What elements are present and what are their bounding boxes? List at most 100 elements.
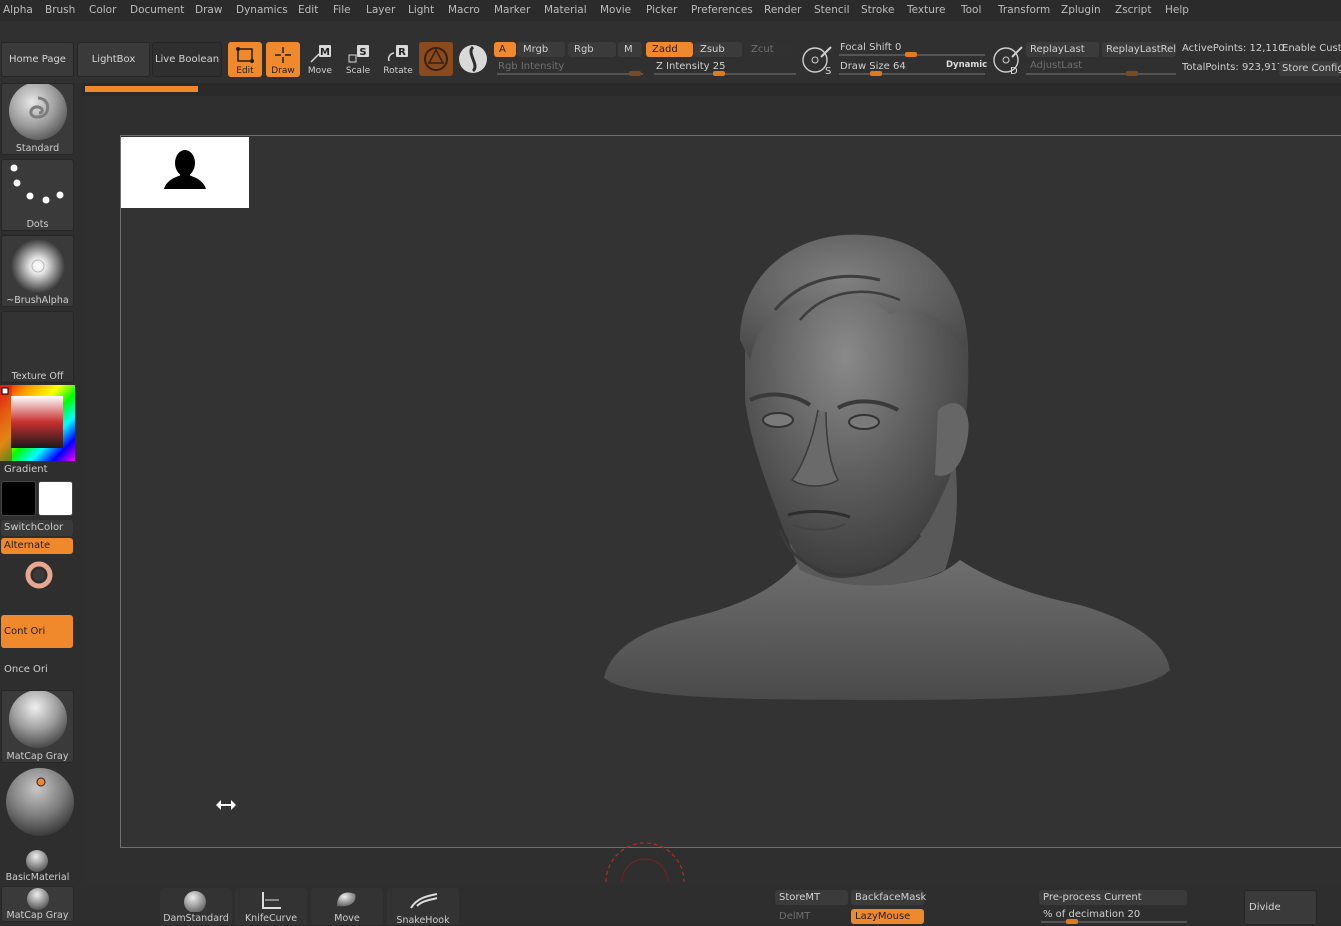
adjust-last-slider[interactable] bbox=[1026, 73, 1176, 75]
navigation-thumbnail[interactable] bbox=[121, 137, 249, 208]
brush-slot-knifecurve[interactable]: KnifeCurve bbox=[235, 888, 307, 925]
dots-stroke-tile[interactable]: Dots bbox=[1, 159, 74, 231]
stroke-ring-button[interactable] bbox=[25, 561, 53, 589]
rgb-toggle[interactable]: Rgb bbox=[568, 42, 616, 57]
menu-movie[interactable]: Movie bbox=[600, 4, 631, 16]
menu-alpha[interactable]: Alpha bbox=[3, 4, 33, 16]
rgb-intensity-knob[interactable] bbox=[629, 71, 641, 76]
switch-color-button[interactable]: SwitchColor bbox=[1, 520, 73, 536]
zsub-toggle[interactable]: Zsub bbox=[694, 42, 742, 57]
z-intensity-slider[interactable] bbox=[654, 73, 796, 75]
brush-slot-damstandard[interactable]: DamStandard bbox=[160, 888, 232, 925]
mrgb-toggle[interactable]: Mrgb bbox=[517, 42, 565, 57]
menu-stroke[interactable]: Stroke bbox=[861, 4, 894, 16]
matcap-gray-2-label: MatCap Gray bbox=[6, 910, 69, 921]
menu-material[interactable]: Material bbox=[544, 4, 587, 16]
primary-color-swatch[interactable] bbox=[1, 481, 36, 516]
menu-color[interactable]: Color bbox=[89, 4, 116, 16]
menu-zplugin[interactable]: Zplugin bbox=[1061, 4, 1101, 16]
brush-alpha-tile[interactable]: ~BrushAlpha bbox=[1, 235, 74, 307]
material-sphere-button[interactable] bbox=[419, 42, 453, 76]
brush-slot-move[interactable]: Move bbox=[311, 888, 383, 925]
decimation-slider[interactable] bbox=[1041, 921, 1187, 923]
matcap-gray-2-tile[interactable]: MatCap Gray bbox=[1, 886, 74, 922]
store-config-button[interactable]: Store Config bbox=[1279, 61, 1341, 76]
matcap-gray-label: MatCap Gray bbox=[6, 751, 69, 762]
rgb-intensity-label: Rgb Intensity bbox=[498, 61, 565, 72]
zsphere-button[interactable] bbox=[457, 43, 490, 76]
standard-brush-icon bbox=[9, 84, 67, 140]
menu-preferences[interactable]: Preferences bbox=[691, 4, 753, 16]
menu-document[interactable]: Document bbox=[130, 4, 184, 16]
home-page-button[interactable]: Home Page bbox=[1, 42, 74, 77]
standard-brush-tile[interactable]: Standard bbox=[1, 83, 74, 155]
menu-stencil[interactable]: Stencil bbox=[814, 4, 850, 16]
menu-dynamics[interactable]: Dynamics bbox=[236, 4, 288, 16]
decimation-knob[interactable] bbox=[1066, 919, 1078, 924]
color-spectrum-icon bbox=[0, 385, 75, 461]
light-sphere[interactable] bbox=[5, 767, 77, 839]
basic-material-tile[interactable]: BasicMaterial bbox=[1, 848, 74, 883]
menu-transform[interactable]: Transform bbox=[998, 4, 1050, 16]
brush-slot-snakehook[interactable]: SnakeHook bbox=[387, 888, 459, 926]
a-toggle[interactable]: A bbox=[494, 42, 516, 57]
menu-zscript[interactable]: Zscript bbox=[1115, 4, 1151, 16]
dots-stroke-label: Dots bbox=[26, 219, 49, 230]
menu-help[interactable]: Help bbox=[1165, 4, 1189, 16]
head-bust-model bbox=[604, 234, 1170, 700]
live-boolean-button[interactable]: Live Boolean bbox=[152, 42, 222, 77]
replay-last-button[interactable]: ReplayLast bbox=[1026, 42, 1099, 57]
snakehook-label: SnakeHook bbox=[396, 915, 450, 926]
gradient-label[interactable]: Gradient bbox=[1, 464, 73, 475]
alternate-button[interactable]: Alternate bbox=[1, 538, 73, 554]
replay-dial[interactable]: D bbox=[988, 43, 1024, 77]
focal-shift-knob[interactable] bbox=[905, 52, 917, 57]
adjust-last-knob[interactable] bbox=[1126, 71, 1138, 76]
backface-mask-button[interactable]: BackfaceMask bbox=[851, 890, 926, 905]
matcap-gray-tile[interactable]: MatCap Gray bbox=[1, 690, 74, 763]
lazy-mouse-button[interactable]: LazyMouse bbox=[851, 909, 924, 924]
menu-edit[interactable]: Edit bbox=[298, 4, 318, 16]
divide-button[interactable]: Divide bbox=[1244, 890, 1317, 925]
rgb-intensity-slider[interactable] bbox=[497, 73, 643, 75]
rotate-button[interactable]: R Rotate bbox=[380, 42, 416, 77]
knifecurve-brush-icon bbox=[262, 892, 281, 909]
draw-size-knob[interactable] bbox=[870, 71, 882, 76]
menu-light[interactable]: Light bbox=[408, 4, 434, 16]
edit-button[interactable]: Edit bbox=[228, 42, 262, 77]
texture-tile[interactable]: Texture Off bbox=[1, 311, 74, 383]
menu-file[interactable]: File bbox=[333, 4, 351, 16]
menu-picker[interactable]: Picker bbox=[646, 4, 677, 16]
move-button[interactable]: M Move bbox=[303, 42, 337, 77]
menu-draw[interactable]: Draw bbox=[195, 4, 222, 16]
preprocess-current-button[interactable]: Pre-process Current bbox=[1039, 890, 1187, 905]
zadd-toggle[interactable]: Zadd bbox=[646, 42, 693, 57]
menu-render[interactable]: Render bbox=[764, 4, 801, 16]
dynamic-toggle[interactable]: Dynamic bbox=[946, 60, 987, 70]
focal-shift-dial[interactable]: S bbox=[799, 43, 835, 77]
menu-macro[interactable]: Macro bbox=[448, 4, 480, 16]
menu-brush[interactable]: Brush bbox=[45, 4, 75, 16]
zcut-toggle[interactable]: Zcut bbox=[745, 42, 793, 57]
z-intensity-knob[interactable] bbox=[713, 71, 725, 76]
del-mt-button[interactable]: DelMT bbox=[775, 909, 848, 924]
sculpt-head-model[interactable] bbox=[600, 230, 1175, 705]
draw-button[interactable]: Draw bbox=[266, 42, 300, 77]
menu-texture[interactable]: Texture bbox=[907, 4, 945, 16]
color-picker[interactable] bbox=[0, 385, 75, 461]
brush-ring-icon bbox=[605, 842, 685, 883]
menu-marker[interactable]: Marker bbox=[494, 4, 530, 16]
store-mt-button[interactable]: StoreMT bbox=[775, 890, 848, 905]
cont-ori-button[interactable]: Cont Ori bbox=[1, 615, 73, 648]
menu-tool[interactable]: Tool bbox=[961, 4, 981, 16]
svg-text:R: R bbox=[398, 47, 406, 58]
scale-button[interactable]: S Scale bbox=[341, 42, 375, 77]
draw-size-slider[interactable] bbox=[839, 73, 985, 75]
m-toggle[interactable]: M bbox=[618, 42, 642, 57]
menu-layer[interactable]: Layer bbox=[366, 4, 395, 16]
once-ori-button[interactable]: Once Ori bbox=[1, 664, 73, 675]
secondary-color-swatch[interactable] bbox=[38, 481, 73, 516]
enable-custom-button[interactable]: Enable Custo bbox=[1282, 43, 1341, 54]
replay-last-rel-button[interactable]: ReplayLastRel bbox=[1102, 42, 1176, 57]
lightbox-button[interactable]: LightBox bbox=[77, 42, 150, 77]
